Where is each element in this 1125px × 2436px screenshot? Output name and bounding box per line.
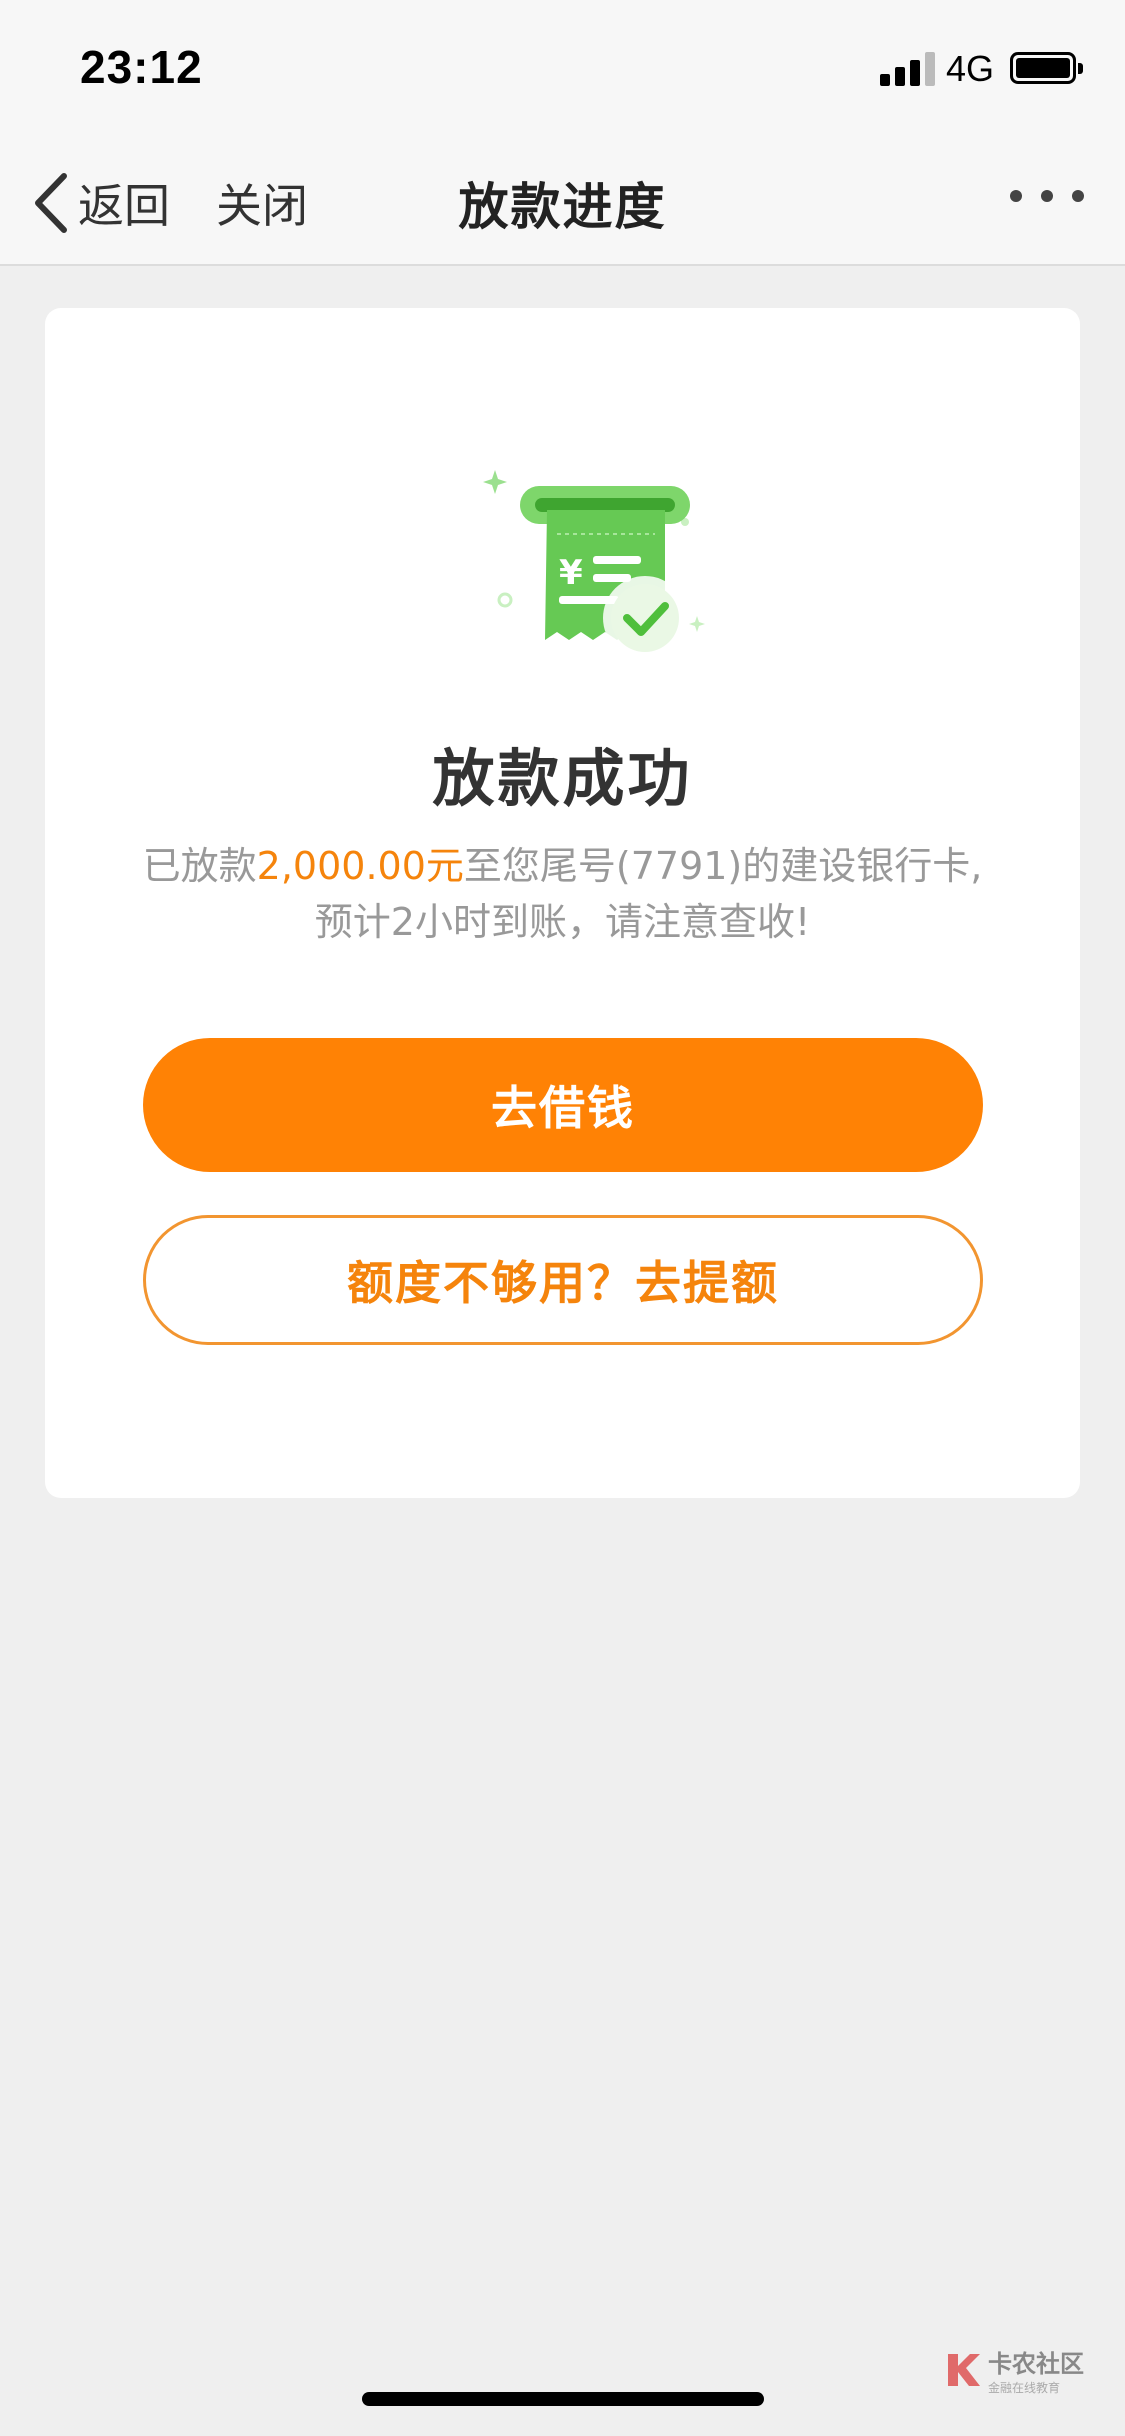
kanong-logo-icon xyxy=(948,2354,980,2386)
status-time: 23:12 xyxy=(80,41,203,93)
navigation-bar: 返回 关闭 放款进度 xyxy=(0,140,1125,266)
page-title: 放款进度 xyxy=(458,178,667,236)
battery-icon xyxy=(1010,52,1083,84)
watermark-subtitle: 金融在线教育 xyxy=(988,2381,1061,2395)
borrow-button[interactable]: 去借钱 xyxy=(143,1038,983,1172)
svg-text:¥: ¥ xyxy=(559,553,583,593)
result-description: 已放款2,000.00元至您尾号(7791)的建设银行卡, 预计2小时到账，请注… xyxy=(45,838,1080,950)
signal-icon xyxy=(880,52,936,86)
watermark-title: 卡农社区 xyxy=(988,2350,1084,2378)
watermark: 卡农社区 金融在线教育 xyxy=(942,2344,1084,2396)
description-line-2: 预计2小时到账，请注意查收! xyxy=(314,900,811,944)
description-prefix: 已放款 xyxy=(142,844,257,888)
loan-amount: 2,000.00元 xyxy=(256,844,464,888)
home-indicator[interactable] xyxy=(362,2392,764,2406)
network-type: 4G xyxy=(946,48,995,89)
description-line-1: 已放款2,000.00元至您尾号(7791)的建设银行卡, xyxy=(45,838,1080,894)
increase-limit-button[interactable]: 额度不够用？去提额 xyxy=(143,1215,983,1345)
result-title: 放款成功 xyxy=(432,742,693,815)
more-icon[interactable] xyxy=(1010,190,1084,202)
receipt-success-icon: ¥ xyxy=(483,470,705,660)
status-bar: 23:12 4G xyxy=(0,0,1125,140)
description-suffix: 至您尾号(7791)的建设银行卡, xyxy=(463,844,983,888)
result-card: ¥ 放款成功 已放款2,000.00元至您尾号(7791)的建设银行卡, 预计2… xyxy=(45,308,1080,1498)
